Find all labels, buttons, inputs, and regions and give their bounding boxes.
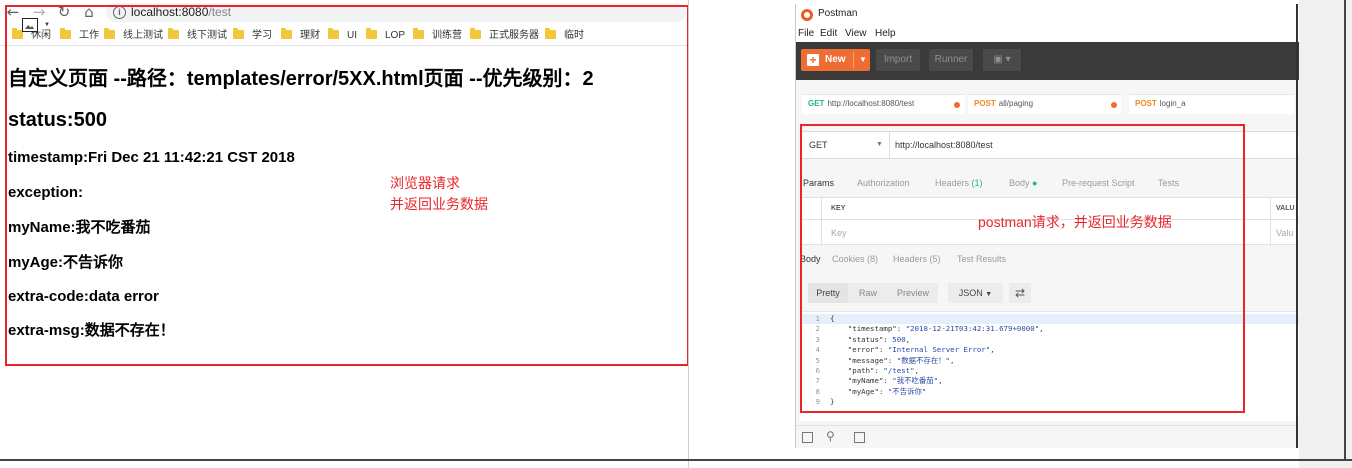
- caret-down-icon[interactable]: ▼: [859, 55, 867, 64]
- plus-icon: +: [807, 54, 819, 66]
- image-broken-icon[interactable]: ▼: [6, 14, 50, 36]
- window-plus-icon: ▣ ▾: [993, 54, 1011, 65]
- postman-annotation-text: postman请求，并返回业务数据: [978, 214, 1172, 230]
- new-button[interactable]: + New ▼: [801, 49, 870, 71]
- unsaved-dot-icon: [1111, 102, 1117, 108]
- value-column-header: VALU: [1276, 205, 1295, 212]
- request-tabs: GET http://localhost:8080/test POST all/pa…: [796, 90, 1300, 116]
- menu-view[interactable]: View: [845, 28, 867, 39]
- new-window-button[interactable]: ▣ ▾: [983, 49, 1021, 71]
- value-input[interactable]: Valu: [1276, 228, 1293, 238]
- menu-help[interactable]: Help: [875, 28, 896, 39]
- browser-annotation-line-2: 并返回业务数据: [390, 196, 488, 212]
- bottom-border: [0, 459, 1352, 461]
- window-divider: [688, 0, 689, 468]
- runner-button[interactable]: Runner: [929, 49, 973, 71]
- browser-annotation-box: [5, 5, 689, 366]
- menu-edit[interactable]: Edit: [820, 28, 837, 39]
- postman-status-bar: ⚲: [796, 425, 1300, 448]
- postman-annotation-box: [800, 124, 1245, 413]
- browser-annotation-line-1: 浏览器请求: [390, 175, 460, 191]
- right-border: [1344, 0, 1346, 461]
- postman-title: Postman: [818, 8, 858, 19]
- unsaved-dot-icon: [954, 102, 960, 108]
- window-border: [1296, 4, 1298, 448]
- request-tab-get-test[interactable]: GET http://localhost:8080/test: [802, 94, 965, 114]
- postman-logo-icon: [801, 9, 813, 21]
- request-tab-post-login[interactable]: POST login_a: [1129, 94, 1294, 114]
- request-tab-post-paging[interactable]: POST all/paging: [968, 94, 1121, 114]
- menu-file[interactable]: File: [798, 28, 814, 39]
- search-icon[interactable]: ⚲: [826, 429, 835, 443]
- sidebar-toggle-icon[interactable]: [802, 432, 813, 443]
- postman-toolbar: + New ▼ Import Runner ▣ ▾: [796, 42, 1300, 80]
- console-icon[interactable]: [854, 432, 865, 443]
- postman-title-bar: Postman: [796, 4, 1300, 26]
- import-button[interactable]: Import: [876, 49, 920, 71]
- postman-menu-bar: File Edit View Help: [796, 26, 1300, 42]
